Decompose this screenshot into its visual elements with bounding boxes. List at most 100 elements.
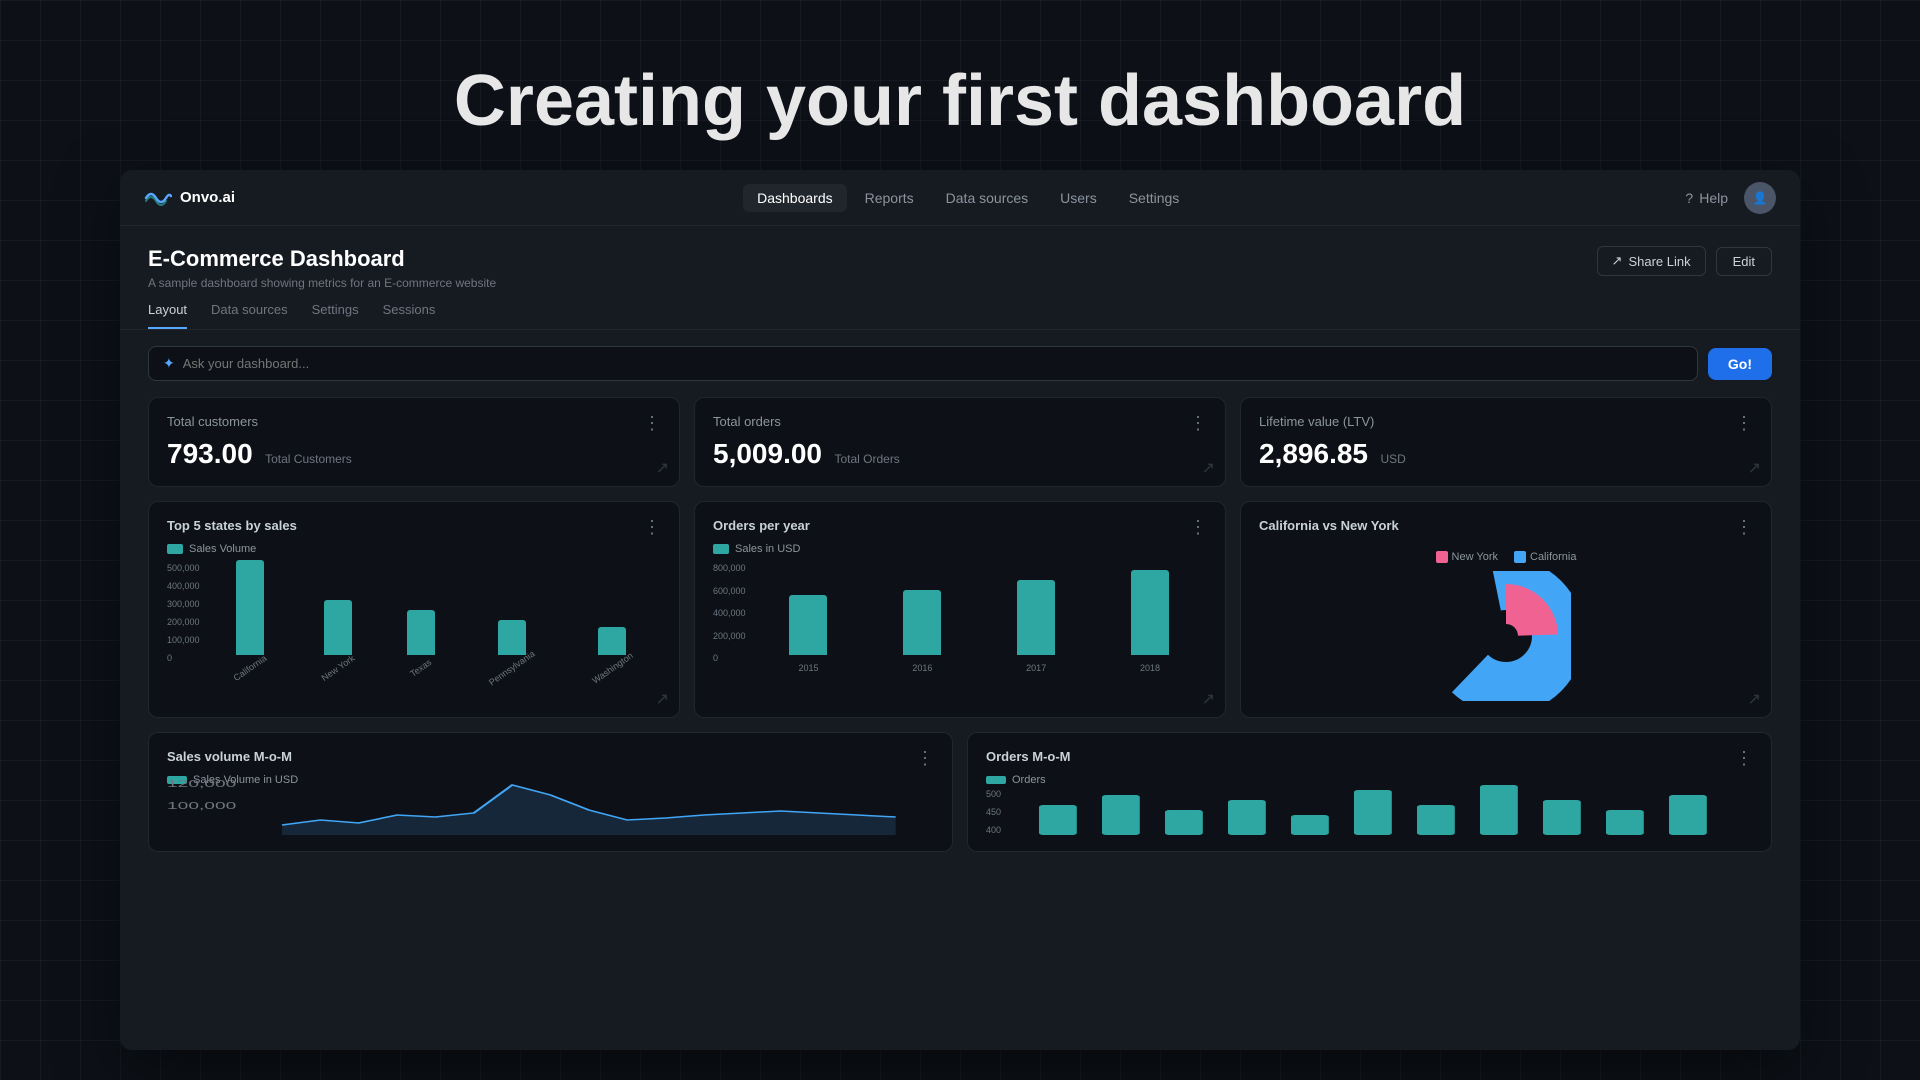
orders-bar-chart-area: 800,000 600,000 400,000 200,000 0 2015 2… xyxy=(713,563,1207,683)
card-corner-icon: ↗ xyxy=(1202,458,1215,478)
bar-2015-label: 2015 xyxy=(798,663,818,673)
ca-vs-ny-title: California vs New York xyxy=(1259,518,1399,533)
dashboard-title-section: E-Commerce Dashboard A sample dashboard … xyxy=(148,246,496,290)
y-label-1: 500,000 xyxy=(167,563,200,573)
nav-reports[interactable]: Reports xyxy=(851,184,928,212)
bar-chart: California New York Texas Pennsylvania xyxy=(206,563,661,673)
card-corner-icon: ↗ xyxy=(656,458,669,478)
top-states-menu[interactable]: ⋮ xyxy=(643,518,661,536)
navbar: Onvo.ai Dashboards Reports Data sources … xyxy=(120,170,1800,226)
nav-settings[interactable]: Settings xyxy=(1115,184,1194,212)
search-input-wrap[interactable]: ✦ xyxy=(148,346,1698,381)
nav-links: Dashboards Reports Data sources Users Se… xyxy=(283,184,1653,212)
sparkle-icon: ✦ xyxy=(163,355,175,372)
top-states-card: Top 5 states by sales ⋮ Sales Volume 500… xyxy=(148,501,680,718)
total-customers-value: 793.00 xyxy=(167,438,253,469)
card-header: Lifetime value (LTV) ⋮ xyxy=(1259,414,1753,432)
logo-text: Onvo.ai xyxy=(180,189,235,206)
nav-users[interactable]: Users xyxy=(1046,184,1111,212)
help-button[interactable]: ? Help xyxy=(1685,190,1728,206)
search-input[interactable] xyxy=(183,356,1683,371)
ca-label: California xyxy=(1530,551,1576,563)
search-bar: ✦ Go! xyxy=(148,346,1772,381)
pie-legend: New York California xyxy=(1436,551,1577,563)
pie-legend-ny: New York xyxy=(1436,551,1498,563)
y-label-5: 100,000 xyxy=(167,635,200,645)
dashboard-actions: ↗ Share Link Edit xyxy=(1597,246,1772,276)
card-header: Orders M-o-M ⋮ xyxy=(986,749,1753,768)
y-label-4: 200,000 xyxy=(713,631,746,641)
svg-text:100,000: 100,000 xyxy=(167,800,236,811)
total-customers-title: Total customers xyxy=(167,414,258,429)
sales-usd-legend-label: Sales in USD xyxy=(735,543,800,555)
ca-dot xyxy=(1514,551,1526,563)
bar-newyork: New York xyxy=(319,600,357,673)
bar-2017: 2017 xyxy=(1017,580,1055,673)
bar-washington: Washington xyxy=(589,627,636,673)
share-link-button[interactable]: ↗ Share Link xyxy=(1597,246,1706,276)
bar-2016-label: 2016 xyxy=(912,663,932,673)
bar-2018-label: 2018 xyxy=(1140,663,1160,673)
y-label-1: 800,000 xyxy=(713,563,746,573)
card-header: Sales volume M-o-M ⋮ xyxy=(167,749,934,768)
ny-label: New York xyxy=(1452,551,1498,563)
bar-2015-rect xyxy=(789,595,827,655)
share-icon: ↗ xyxy=(1612,253,1623,269)
top-states-title: Top 5 states by sales xyxy=(167,518,297,533)
sales-mom-title: Sales volume M-o-M xyxy=(167,749,292,764)
card-corner-icon: ↗ xyxy=(1748,458,1761,478)
top-states-legend: Sales Volume xyxy=(167,543,661,555)
bar-newyork-rect xyxy=(324,600,352,655)
avatar[interactable]: 👤 xyxy=(1744,182,1776,214)
y-500: 500 xyxy=(986,789,1001,799)
bar-pennsylvania: Pennsylvania xyxy=(485,620,539,673)
orders-per-year-menu[interactable]: ⋮ xyxy=(1189,518,1207,536)
app-window: Onvo.ai Dashboards Reports Data sources … xyxy=(120,170,1800,1050)
total-orders-card: Total orders ⋮ 5,009.00 Total Orders ↗ xyxy=(694,397,1226,487)
total-orders-menu[interactable]: ⋮ xyxy=(1189,414,1207,432)
orders-per-year-title: Orders per year xyxy=(713,518,810,533)
tab-settings[interactable]: Settings xyxy=(312,302,359,329)
bar-2017-rect xyxy=(1017,580,1055,655)
total-customers-card: Total customers ⋮ 793.00 Total Customers… xyxy=(148,397,680,487)
ltv-value-row: 2,896.85 USD xyxy=(1259,438,1753,470)
tab-data-sources[interactable]: Data sources xyxy=(211,302,288,329)
sales-mom-menu[interactable]: ⋮ xyxy=(916,749,934,767)
total-customers-value-row: 793.00 Total Customers xyxy=(167,438,661,470)
total-customers-menu[interactable]: ⋮ xyxy=(643,414,661,432)
y-label-6: 0 xyxy=(167,653,200,663)
card-header: California vs New York ⋮ xyxy=(1259,518,1753,537)
edit-button[interactable]: Edit xyxy=(1716,247,1772,276)
orders-mom-legend-box xyxy=(986,776,1006,784)
orders-mom-menu[interactable]: ⋮ xyxy=(1735,749,1753,767)
bar-newyork-label: New York xyxy=(319,653,356,683)
bar-washington-rect xyxy=(598,627,626,655)
nav-data-sources[interactable]: Data sources xyxy=(932,184,1042,212)
pie-legend-ca: California xyxy=(1514,551,1576,563)
nav-dashboards[interactable]: Dashboards xyxy=(743,184,847,212)
bar-2016-rect xyxy=(903,590,941,655)
go-button[interactable]: Go! xyxy=(1708,348,1772,380)
y-label-5: 0 xyxy=(713,653,746,663)
share-link-label: Share Link xyxy=(1628,254,1690,269)
orders-per-year-card: Orders per year ⋮ Sales in USD 800,000 6… xyxy=(694,501,1226,718)
dashboard-subtitle: A sample dashboard showing metrics for a… xyxy=(148,276,496,290)
ca-vs-ny-menu[interactable]: ⋮ xyxy=(1735,518,1753,536)
svg-text:120,000: 120,000 xyxy=(167,778,236,789)
bar-2015: 2015 xyxy=(789,595,827,673)
y-label-2: 600,000 xyxy=(713,586,746,596)
charts-row: Top 5 states by sales ⋮ Sales Volume 500… xyxy=(120,501,1800,718)
bar-california-label: California xyxy=(231,653,268,683)
sales-volume-legend-label: Sales Volume xyxy=(189,543,256,555)
orders-mom-card: Orders M-o-M ⋮ Orders xyxy=(967,732,1772,852)
sales-volume-legend-box xyxy=(167,544,183,554)
y-450: 450 xyxy=(986,807,1001,817)
dashboard-title: E-Commerce Dashboard xyxy=(148,246,496,272)
sales-mom-card: Sales volume M-o-M ⋮ Sales Volume in USD… xyxy=(148,732,953,852)
card-corner-icon: ↗ xyxy=(1202,689,1215,709)
card-header: Total customers ⋮ xyxy=(167,414,661,432)
ltv-menu[interactable]: ⋮ xyxy=(1735,414,1753,432)
ltv-title: Lifetime value (LTV) xyxy=(1259,414,1374,429)
tab-layout[interactable]: Layout xyxy=(148,302,187,329)
tab-sessions[interactable]: Sessions xyxy=(383,302,436,329)
